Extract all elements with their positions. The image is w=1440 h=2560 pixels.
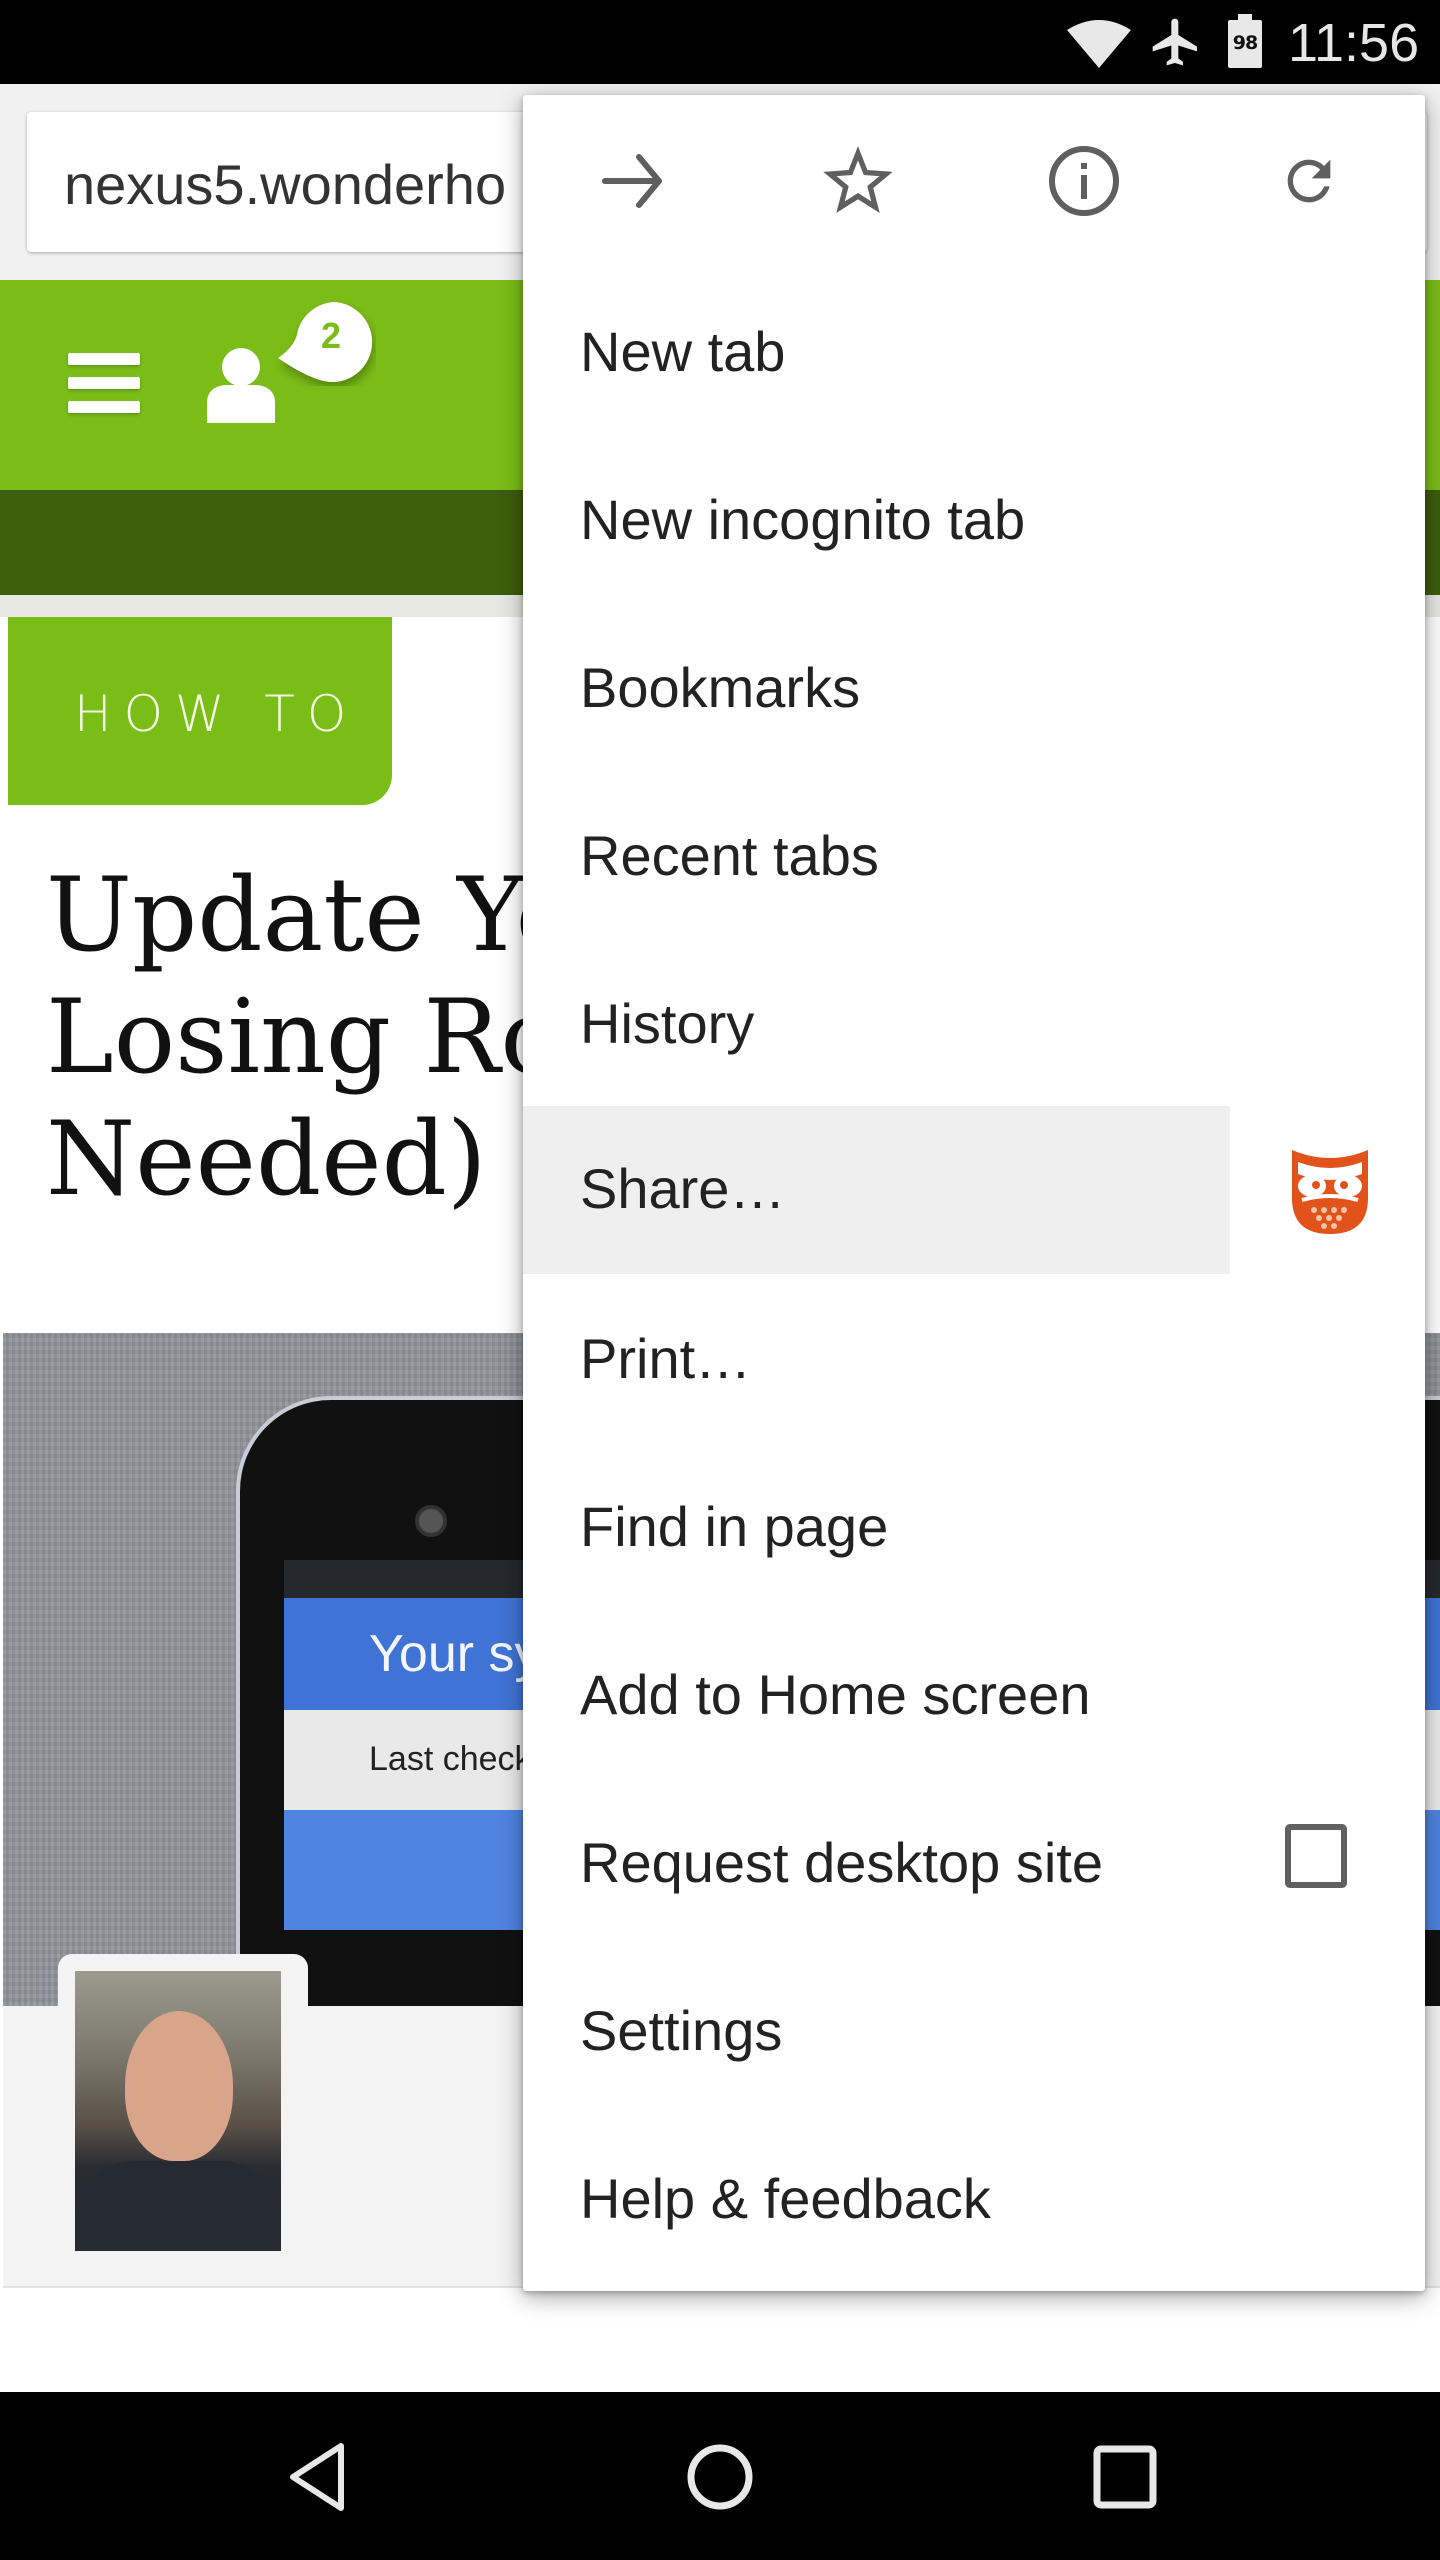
menu-item-settings[interactable]: Settings [523, 1948, 1425, 2116]
category-badge-label: HOW TO [74, 685, 359, 743]
request-desktop-site-checkbox[interactable] [1285, 1824, 1347, 1888]
chrome-overflow-menu: New tab New incognito tab Bookmarks Rece… [523, 95, 1425, 2291]
menu-item-help-feedback[interactable]: Help & feedback [523, 2116, 1425, 2284]
category-badge[interactable]: HOW TO [8, 617, 392, 805]
owl-app-icon[interactable] [1288, 1148, 1372, 1234]
bookmark-star-icon[interactable] [810, 133, 906, 229]
menu-item-history[interactable]: History [523, 941, 1425, 1109]
menu-item-find-in-page[interactable]: Find in page [523, 1444, 1425, 1612]
wifi-icon [1067, 20, 1131, 68]
recents-icon[interactable] [1080, 2442, 1170, 2512]
menu-item-new-tab[interactable]: New tab [523, 269, 1425, 437]
reload-icon[interactable] [1261, 133, 1357, 229]
menu-icon-row [523, 95, 1425, 270]
menu-item-request-desktop-site[interactable]: Request desktop site [523, 1780, 1425, 1948]
hero-screen-headline: Your sy [369, 1625, 541, 1683]
battery-icon: 98 [1228, 14, 1262, 68]
page-info-icon[interactable] [1036, 133, 1132, 229]
url-text[interactable]: nexus5.wonderho [64, 152, 506, 217]
status-bar: 98 11:56 [0, 0, 1440, 84]
menu-item-recent-tabs[interactable]: Recent tabs [523, 773, 1425, 941]
airplane-mode-icon [1152, 18, 1197, 66]
hamburger-menu-icon[interactable] [68, 353, 140, 413]
user-icon[interactable] [205, 345, 277, 425]
author-avatar[interactable] [75, 1971, 281, 2251]
forward-arrow-icon[interactable] [585, 133, 681, 229]
system-nav-bar [0, 2392, 1440, 2560]
hero-screen-subtext: Last check [369, 1740, 532, 1778]
home-icon[interactable] [675, 2442, 765, 2512]
phone-camera [415, 1505, 447, 1537]
menu-item-share[interactable]: Share… [523, 1106, 1425, 1274]
notification-count: 2 [320, 315, 342, 356]
battery-level: 98 [1232, 32, 1258, 54]
menu-item-print[interactable]: Print… [523, 1276, 1425, 1444]
menu-item-add-to-home-screen[interactable]: Add to Home screen [523, 1612, 1425, 1780]
status-clock: 11:56 [1288, 13, 1420, 73]
menu-item-bookmarks[interactable]: Bookmarks [523, 605, 1425, 773]
back-icon[interactable] [272, 2442, 362, 2512]
menu-item-new-incognito-tab[interactable]: New incognito tab [523, 437, 1425, 605]
